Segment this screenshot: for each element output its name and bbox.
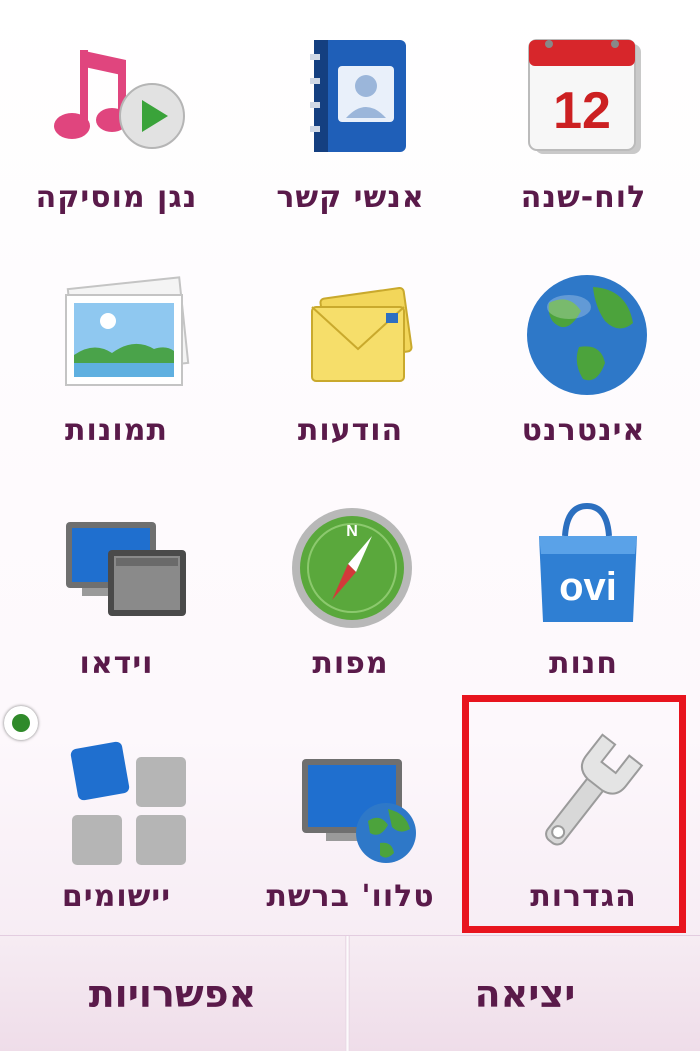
app-menu-grid: 12 לוח-שנה אנשי קשר נגן מוסיקה אינטרנט ה… (0, 0, 700, 935)
menu-item-label: לוח-שנה (520, 180, 647, 215)
web-tv-icon (276, 729, 426, 869)
menu-item-label: אנשי קשר (276, 180, 425, 215)
menu-item-internet[interactable]: אינטרנט (467, 233, 700, 465)
internet-globe-icon (509, 263, 659, 403)
calendar-day-text: 12 (553, 82, 611, 140)
menu-item-music-player[interactable]: נגן מוסיקה (0, 0, 233, 232)
messages-envelope-icon (276, 263, 426, 403)
compass-n-text: N (346, 523, 358, 540)
softkey-bar: אפשרויות יציאה (0, 935, 700, 1051)
applications-grid-icon (42, 729, 192, 869)
selection-highlight (462, 695, 686, 933)
menu-item-maps[interactable]: N מפות (234, 466, 467, 698)
notification-dot-icon (4, 706, 38, 740)
menu-item-label: וידאו (79, 646, 154, 681)
menu-item-video[interactable]: וידאו (0, 466, 233, 698)
music-player-icon (42, 30, 192, 170)
menu-item-messages[interactable]: הודעות (234, 233, 467, 465)
menu-item-applications[interactable]: יישומים (0, 699, 233, 931)
compass-map-icon: N (276, 496, 426, 636)
photos-icon (42, 263, 192, 403)
menu-item-contacts[interactable]: אנשי קשר (234, 0, 467, 232)
menu-item-label: נגן מוסיקה (35, 180, 198, 215)
video-monitors-icon (42, 496, 192, 636)
menu-item-label: טלוו' ברשת (266, 879, 435, 914)
ovi-store-bag-icon: ovi (509, 496, 659, 636)
menu-item-label: חנות (549, 646, 618, 681)
menu-item-label: מפות (312, 646, 389, 681)
menu-item-label: אינטרנט (521, 413, 646, 448)
ovi-brand-text: ovi (559, 565, 617, 609)
menu-item-web-tv[interactable]: טלוו' ברשת (234, 699, 467, 931)
menu-item-label: תמונות (65, 413, 168, 448)
menu-item-calendar[interactable]: 12 לוח-שנה (467, 0, 700, 232)
menu-item-store[interactable]: ovi חנות (467, 466, 700, 698)
menu-item-label: הודעות (297, 413, 404, 448)
options-softkey[interactable]: אפשרויות (0, 936, 345, 1051)
menu-item-label: יישומים (61, 879, 172, 914)
contacts-icon (276, 30, 426, 170)
calendar-icon: 12 (509, 30, 659, 170)
menu-item-photos[interactable]: תמונות (0, 233, 233, 465)
exit-softkey[interactable]: יציאה (350, 936, 700, 1051)
